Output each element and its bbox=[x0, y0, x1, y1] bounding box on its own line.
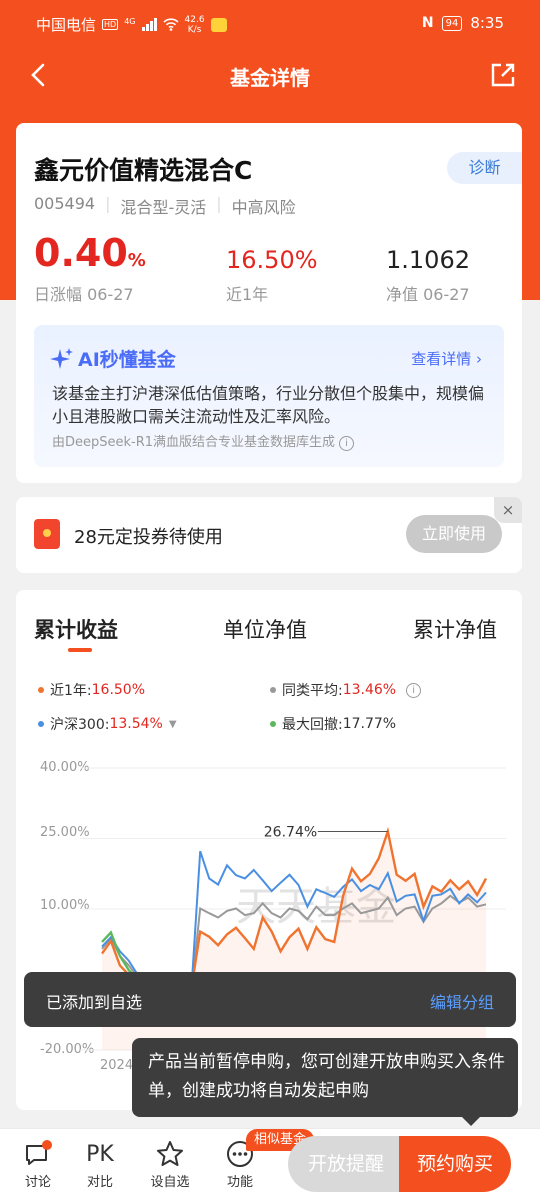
ai-view-details-link[interactable]: 查看详情 › bbox=[411, 348, 482, 369]
nav-bar: 基金详情 bbox=[0, 46, 540, 106]
fund-name: 鑫元价值精选混合C bbox=[34, 156, 253, 185]
clock: 8:35 bbox=[470, 14, 504, 32]
daily-change-label: 日涨幅 06-27 bbox=[34, 285, 134, 304]
fund-tags: 005494 | 混合型-灵活 | 中高风险 bbox=[34, 194, 296, 218]
network-speed: 42.6 K/s bbox=[184, 14, 205, 35]
info-icon[interactable]: i bbox=[339, 436, 355, 451]
pk-icon: PK bbox=[86, 1141, 114, 1167]
close-icon[interactable]: × bbox=[494, 497, 522, 523]
fund-risk: 中高风险 bbox=[231, 198, 296, 217]
fund-code: 005494 bbox=[34, 194, 96, 213]
carrier-name: 中国电信 bbox=[36, 16, 97, 34]
daily-change-unit: % bbox=[127, 250, 146, 271]
nav-value: 1.1062 bbox=[386, 246, 470, 274]
chat-icon bbox=[26, 1140, 52, 1165]
coupon-text: 28元定投券待使用 bbox=[74, 527, 223, 548]
diagnose-button[interactable]: 诊断 bbox=[447, 152, 522, 184]
peak-annotation-label: 26.74% bbox=[264, 824, 317, 840]
toast-message: 已添加到自选 bbox=[46, 993, 143, 1012]
add-watchlist-button[interactable]: 设自选 bbox=[145, 1137, 195, 1190]
network-type: 4G bbox=[124, 17, 136, 26]
watchlist-label: 设自选 bbox=[150, 1175, 190, 1190]
star-icon bbox=[157, 1141, 183, 1166]
ai-description: 该基金主打沪港深低估值策略，行业分散但个股集中，规模偏小且港股敞口需关注流动性及… bbox=[52, 384, 485, 426]
ai-panel-title: AI秒懂基金 bbox=[50, 345, 176, 372]
compare-label: 对比 bbox=[86, 1175, 113, 1190]
tag-divider: | bbox=[216, 194, 222, 213]
coupon-card: 28元定投券待使用 立即使用 × bbox=[16, 497, 522, 573]
fund-summary-card: 鑫元价值精选混合C 诊断 005494 | 混合型-灵活 | 中高风险 0.40… bbox=[16, 123, 522, 483]
page-title: 基金详情 bbox=[230, 66, 310, 90]
open-reminder-button[interactable]: 开放提醒 bbox=[288, 1136, 404, 1192]
use-coupon-button[interactable]: 立即使用 bbox=[406, 515, 502, 553]
red-envelope-icon bbox=[34, 519, 60, 549]
share-icon[interactable] bbox=[488, 60, 518, 90]
year-return-metric: 16.50% 近1年 bbox=[226, 245, 318, 305]
daily-change-value: 0.40 bbox=[34, 231, 128, 275]
toast-notification: 已添加到自选 编辑分组 bbox=[24, 972, 516, 1027]
discuss-button[interactable]: 讨论 bbox=[13, 1137, 63, 1190]
discuss-label: 讨论 bbox=[24, 1175, 51, 1190]
hd-badge: HD bbox=[102, 19, 119, 30]
ai-summary-panel[interactable]: AI秒懂基金 查看详情 › 该基金主打沪港深低估值策略，行业分散但个股集中，规模… bbox=[34, 325, 504, 467]
year-return-value: 16.50% bbox=[226, 246, 318, 274]
tag-divider: | bbox=[105, 194, 111, 213]
daily-change-metric: 0.40% 日涨幅 06-27 bbox=[34, 231, 146, 305]
reserve-buy-button[interactable]: 预约购买 bbox=[399, 1136, 511, 1192]
nav-metric: 1.1062 净值 06-27 bbox=[386, 245, 470, 305]
year-return-label: 近1年 bbox=[226, 285, 269, 304]
nav-label: 净值 06-27 bbox=[386, 285, 470, 304]
ai-source-note: 由DeepSeek-R1满血版结合专业基金数据库生成 i bbox=[52, 431, 355, 451]
chevron-right-icon: › bbox=[471, 350, 482, 368]
status-bar: 中国电信 HD 4G 42.6 K/s N 94 8:35 bbox=[0, 0, 540, 46]
wifi-icon bbox=[162, 18, 179, 31]
app-notification-icon bbox=[210, 17, 227, 32]
signal-icon bbox=[141, 18, 157, 31]
purchase-tooltip: 产品当前暂停申购，您可创建开放申购买入条件单，创建成功将自动发起申购 bbox=[132, 1038, 518, 1126]
sparkle-icon bbox=[50, 347, 73, 369]
fund-type: 混合型-灵活 bbox=[120, 198, 207, 217]
nfc-icon: N bbox=[421, 15, 434, 31]
tooltip-text: 产品当前暂停申购，您可创建开放申购买入条件单，创建成功将自动发起申购 bbox=[148, 1052, 505, 1101]
functions-label: 功能 bbox=[226, 1175, 253, 1190]
edit-group-link[interactable]: 编辑分组 bbox=[430, 989, 494, 1013]
compare-button[interactable]: PK 对比 bbox=[75, 1137, 125, 1191]
battery-indicator: 94 bbox=[441, 15, 463, 31]
